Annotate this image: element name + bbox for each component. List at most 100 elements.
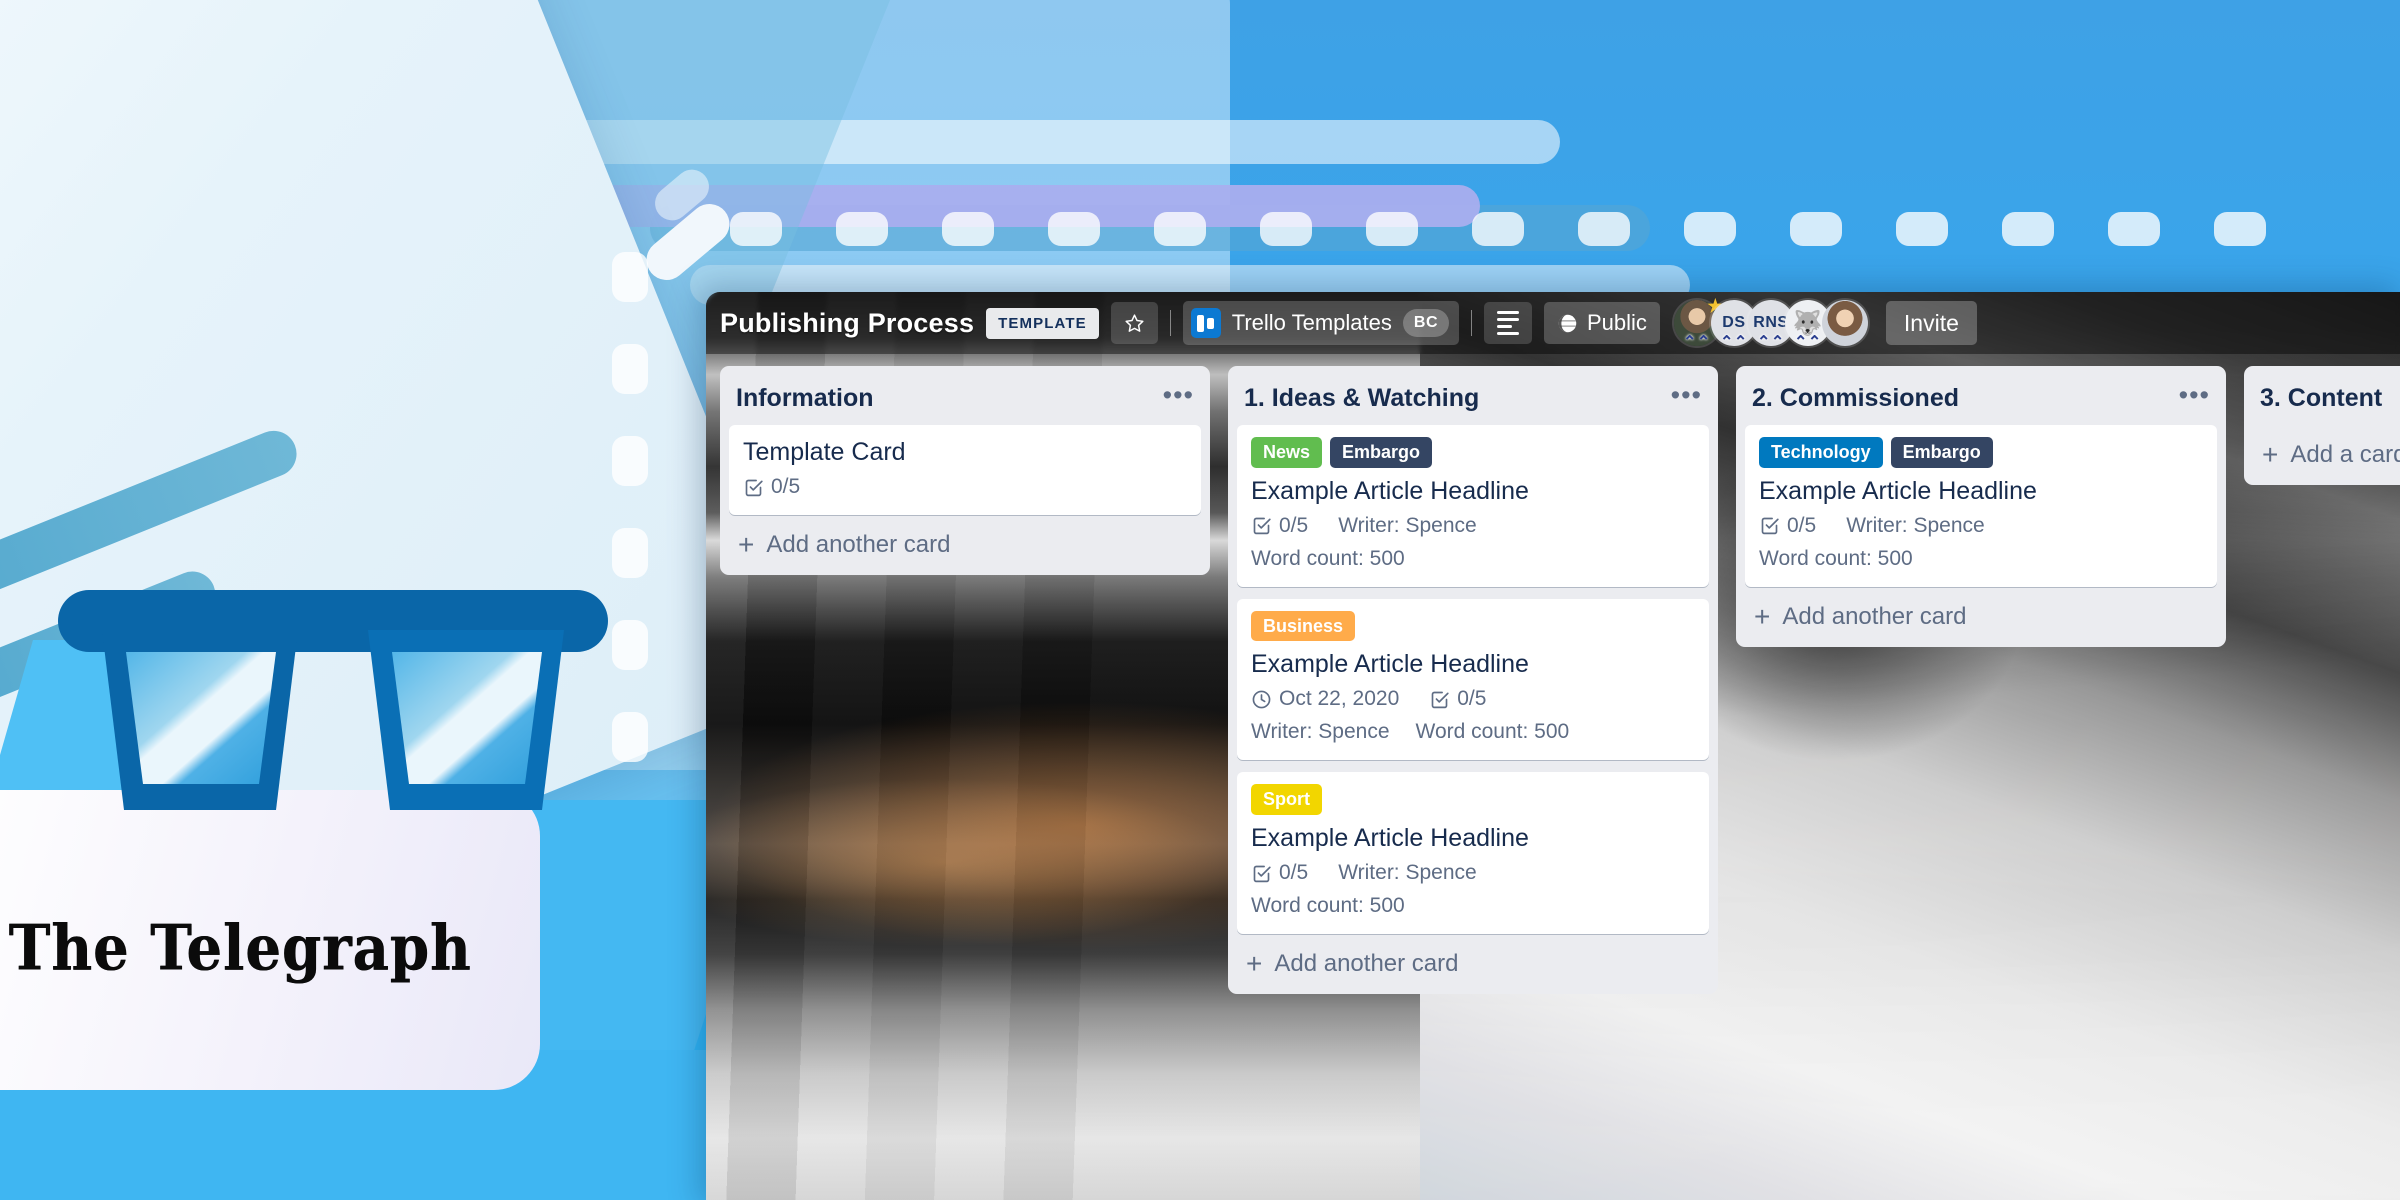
visibility-button[interactable]: Public xyxy=(1544,302,1660,344)
checklist-badge: 0/5 xyxy=(743,475,800,499)
list-header: Information ••• xyxy=(720,374,1210,425)
workspace-name: Trello Templates xyxy=(1231,310,1392,335)
checklist-count: 0/5 xyxy=(1787,513,1817,537)
invite-button[interactable]: Invite xyxy=(1885,301,1977,345)
add-card-label: Add another card xyxy=(1782,602,1967,630)
board-lists: Information ••• Template Card 0/5 + Add … xyxy=(706,354,2400,995)
add-card-label: Add another card xyxy=(1274,950,1459,978)
star-icon xyxy=(1125,313,1144,332)
add-another-card-button[interactable]: + Add another card xyxy=(1228,934,1718,990)
star-board-button[interactable] xyxy=(1110,302,1158,344)
card-badges: Oct 22, 2020 0/5 xyxy=(1251,687,1695,711)
clock-icon xyxy=(1252,690,1271,709)
custom-field-writer: Writer: Spence xyxy=(1846,513,1985,537)
custom-field-word-count: Word count: 500 xyxy=(1251,894,1405,918)
workspace-button[interactable]: Trello Templates BC xyxy=(1182,301,1459,345)
card-labels: Sport xyxy=(1251,784,1695,816)
filmstrip-dot xyxy=(612,252,648,302)
list-title: 2. Commissioned xyxy=(1752,384,1959,412)
board-menu-button[interactable] xyxy=(1484,302,1532,344)
card[interactable]: Sport Example Article Headline 0/5 Write… xyxy=(1237,772,1709,935)
board-menu-icon xyxy=(1497,311,1519,335)
card-labels: Business xyxy=(1251,610,1695,642)
telegraph-glasses-icon xyxy=(58,590,608,810)
card-badges: 0/5 Writer: Spence xyxy=(1251,861,1695,885)
list-menu-icon[interactable]: ••• xyxy=(2179,381,2210,408)
template-badge: TEMPLATE xyxy=(986,307,1099,339)
label-sport[interactable]: Sport xyxy=(1251,784,1322,816)
card-badges-secondary: Word count: 500 xyxy=(1251,547,1695,571)
list-content: 3. Content ••• + Add a card xyxy=(2244,366,2400,485)
label-technology[interactable]: Technology xyxy=(1759,437,1883,468)
member-initials: DS xyxy=(1722,314,1746,331)
add-card-label: Add another card xyxy=(766,531,951,558)
checklist-count: 0/5 xyxy=(1457,687,1487,711)
add-another-card-button[interactable]: + Add another card xyxy=(1736,587,2226,643)
card-labels: Technology Embargo xyxy=(1759,437,2203,468)
custom-field-word-count: Word count: 500 xyxy=(1415,720,1570,744)
visibility-label: Public xyxy=(1587,310,1647,335)
card-badges: 0/5 xyxy=(743,475,1187,499)
custom-field-writer: Writer: Spence xyxy=(1251,720,1390,744)
card[interactable]: Template Card 0/5 xyxy=(729,425,1201,515)
list-header: 3. Content ••• xyxy=(2244,374,2400,425)
filmstrip-dot xyxy=(612,436,648,486)
card-title: Example Article Headline xyxy=(1251,824,1529,853)
label-embargo[interactable]: Embargo xyxy=(1890,437,1993,468)
member-initials: RNS xyxy=(1753,314,1789,331)
label-news[interactable]: News xyxy=(1251,437,1323,468)
board-members: ★ ⌃⌃ DS ⌃⌃ RNS ⌃⌃ 🐺 ⌃⌃ xyxy=(1673,296,1868,351)
filmstrip-dot xyxy=(942,212,994,246)
plus-icon: + xyxy=(1754,600,1771,632)
workspace-badge: BC xyxy=(1402,309,1449,337)
add-another-card-button[interactable]: + Add another card xyxy=(720,515,1210,571)
custom-field-writer: Writer: Spence xyxy=(1338,861,1477,885)
checklist-count: 0/5 xyxy=(771,475,801,498)
card[interactable]: Business Example Article Headline Oct 22… xyxy=(1237,598,1709,761)
card-title: Example Article Headline xyxy=(1251,476,1529,505)
due-date-badge: Oct 22, 2020 xyxy=(1251,687,1399,711)
card[interactable]: Technology Embargo Example Article Headl… xyxy=(1745,425,2217,587)
list-menu-icon[interactable]: ••• xyxy=(1163,381,1194,408)
filmstrip-dot xyxy=(1048,212,1100,246)
custom-field-word-count: Word count: 500 xyxy=(1251,546,1405,570)
checklist-count: 0/5 xyxy=(1279,861,1309,885)
header-divider xyxy=(1169,310,1171,336)
header-divider xyxy=(1471,310,1472,336)
list-commissioned: 2. Commissioned ••• Technology Embargo E… xyxy=(1736,366,2226,647)
filmstrip-dot xyxy=(2214,212,2266,246)
filmstrip-dot xyxy=(612,528,648,578)
list-cards: News Embargo Example Article Headline 0/… xyxy=(1228,425,1718,935)
plus-icon: + xyxy=(738,529,755,560)
premium-chevron-icon: ⌃⌃ xyxy=(1720,334,1748,351)
checklist-icon xyxy=(1761,517,1779,535)
checklist-count: 0/5 xyxy=(1279,513,1309,537)
filmstrip-dot xyxy=(730,212,782,246)
trello-logo-icon xyxy=(1190,308,1221,338)
add-card-button[interactable]: + Add a card xyxy=(2244,425,2400,481)
label-business[interactable]: Business xyxy=(1251,610,1356,642)
card-title: Example Article Headline xyxy=(1759,476,2037,505)
list-title: 3. Content xyxy=(2260,384,2383,412)
telegraph-logo-plate: The Telegraph xyxy=(0,790,540,1090)
filmstrip-dot xyxy=(1366,212,1418,246)
filmstrip-dot xyxy=(836,212,888,246)
checklist-badge: 0/5 xyxy=(1429,687,1486,711)
list-header: 1. Ideas & Watching ••• xyxy=(1228,374,1718,425)
card-badges: 0/5 Writer: Spence xyxy=(1251,514,1695,538)
filmstrip-dot xyxy=(1472,212,1524,246)
list-header: 2. Commissioned ••• xyxy=(1736,374,2226,425)
filmstrip-dot xyxy=(612,712,648,762)
checklist-badge: 0/5 xyxy=(1251,514,1308,538)
promo-stage: The Telegraph Publishing Process TEMPLAT… xyxy=(0,0,2400,1200)
label-embargo[interactable]: Embargo xyxy=(1330,437,1433,468)
filmstrip-dot xyxy=(612,344,648,394)
due-date-text: Oct 22, 2020 xyxy=(1279,687,1400,711)
trello-board: Publishing Process TEMPLATE Trello Templ… xyxy=(706,292,2400,1200)
premium-chevron-icon: ⌃⌃ xyxy=(1757,334,1785,351)
filmstrip-dot xyxy=(612,620,648,670)
card[interactable]: News Embargo Example Article Headline 0/… xyxy=(1237,425,1709,587)
member-avatar-5[interactable] xyxy=(1821,300,1868,346)
checklist-badge: 0/5 xyxy=(1251,861,1308,885)
list-menu-icon[interactable]: ••• xyxy=(1671,381,1702,408)
